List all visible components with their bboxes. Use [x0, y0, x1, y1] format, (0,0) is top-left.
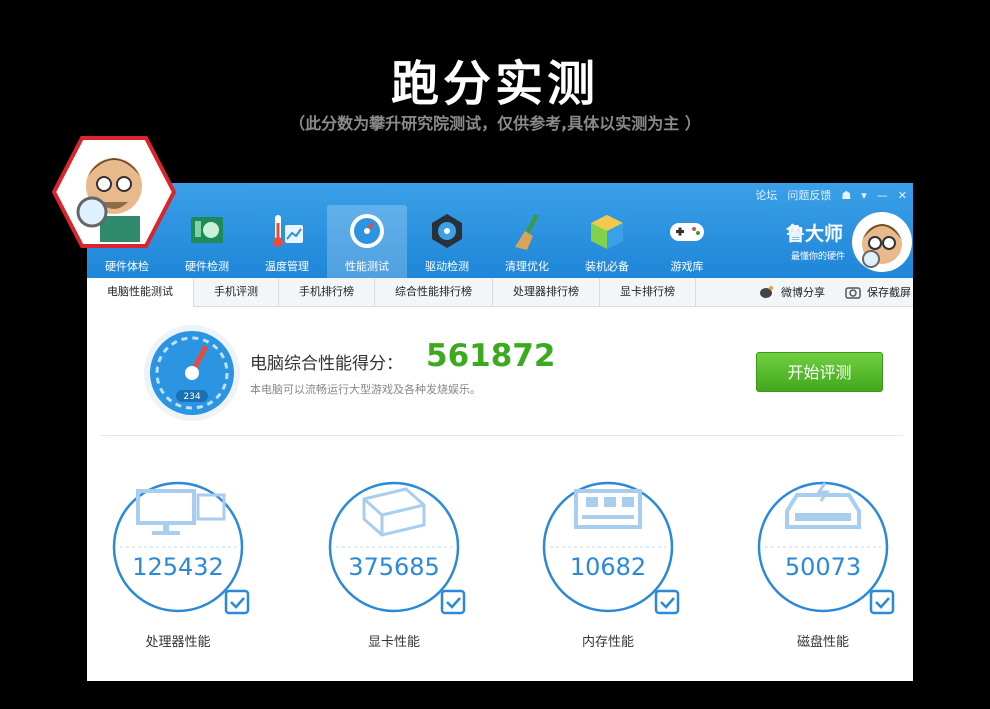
subtab-phone-ranking[interactable]: 手机排行榜 [279, 278, 375, 306]
subtab-cpu-ranking[interactable]: 处理器排行榜 [493, 278, 600, 306]
window-controls: 论坛 问题反馈 ☗ ▾ — ✕ [755, 186, 913, 204]
tab-label: 温度管理 [265, 260, 309, 273]
tab-essentials[interactable]: 装机必备 [567, 205, 647, 278]
skin-icon[interactable]: ☗ [841, 189, 851, 202]
tab-label: 清理优化 [505, 260, 549, 273]
weibo-share-label: 微博分享 [781, 286, 825, 299]
metric-label: 处理器性能 [145, 635, 211, 650]
tab-game-library[interactable]: 游戏库 [647, 205, 727, 278]
close-icon[interactable]: ✕ [898, 189, 907, 202]
overall-score: 561872 [426, 338, 556, 374]
mascot-avatar-badge [52, 136, 176, 248]
feedback-link[interactable]: 问题反馈 [787, 187, 831, 203]
metric-cpu: 125432 处理器性能 [112, 481, 252, 661]
metric-memory: 10682 内存性能 [542, 481, 682, 661]
gauge-readout: 234 [183, 392, 200, 402]
metric-value: 10682 [569, 553, 647, 581]
metric-gpu: 375685 显卡性能 [328, 481, 468, 661]
tab-hardware-detect[interactable]: 硬件检测 [167, 205, 247, 278]
tab-label: 硬件体检 [105, 260, 149, 273]
minimize-icon[interactable]: — [877, 189, 888, 202]
thermometer-icon [273, 215, 303, 247]
gear-driver-icon [432, 214, 462, 248]
start-benchmark-button[interactable]: 开始评测 [756, 352, 883, 392]
brand-area: 鲁大师 最懂你的硬件 [753, 205, 913, 278]
hard-disk-icon [757, 481, 895, 615]
tab-label: 驱动检测 [425, 260, 469, 273]
banner-title: 跑分实测 [390, 56, 599, 112]
save-screenshot-button[interactable]: 保存截屏 [845, 284, 911, 300]
tab-label: 游戏库 [670, 260, 704, 273]
sub-navigation: 电脑性能测试 手机评测 手机排行榜 综合性能排行榜 处理器排行榜 显卡排行榜 微… [87, 277, 913, 307]
metric-value: 50073 [784, 553, 862, 581]
cpu-monitor-icon [112, 481, 250, 615]
mascot-face-icon [852, 212, 912, 272]
broom-icon [515, 214, 539, 250]
ludashi-window: 论坛 问题反馈 ☗ ▾ — ✕ 硬件体检 硬件检测 温度管理 性能测试 驱动检测… [87, 183, 913, 681]
tab-label: 硬件检测 [185, 260, 229, 273]
tab-performance-test[interactable]: 性能测试 [327, 205, 407, 278]
subtab-pc-test[interactable]: 电脑性能测试 [87, 277, 194, 307]
subtab-phone-review[interactable]: 手机评测 [194, 278, 279, 306]
tab-temperature[interactable]: 温度管理 [247, 205, 327, 278]
metric-label: 显卡性能 [367, 635, 420, 650]
metric-value: 375685 [348, 553, 440, 581]
circuit-board-icon [191, 217, 223, 243]
metric-label: 磁盘性能 [796, 635, 849, 650]
score-label: 电脑综合性能得分： [250, 354, 403, 374]
brand-name: 鲁大师 [785, 223, 843, 245]
memory-chip-icon [542, 481, 680, 615]
brand-slogan: 最懂你的硬件 [790, 252, 845, 262]
metric-value: 125432 [132, 553, 224, 581]
top-toolbar: 论坛 问题反馈 ☗ ▾ — ✕ 硬件体检 硬件检测 温度管理 性能测试 驱动检测… [87, 183, 913, 278]
tab-label: 装机必备 [585, 260, 629, 273]
main-tabs: 硬件体检 硬件检测 温度管理 性能测试 驱动检测 清理优化 装机必备 游戏库 [87, 205, 727, 278]
gamepad-icon [670, 223, 704, 241]
subtab-gpu-ranking[interactable]: 显卡排行榜 [600, 278, 696, 306]
cube-box-icon [591, 215, 623, 249]
weibo-icon [760, 286, 773, 298]
camera-icon [845, 287, 861, 299]
share-actions: 微博分享 保存截屏 [759, 278, 913, 306]
tab-clean-optimize[interactable]: 清理优化 [487, 205, 567, 278]
weibo-share-button[interactable]: 微博分享 [759, 284, 825, 300]
metric-disk: 50073 磁盘性能 [757, 481, 897, 661]
banner-subtitle: （此分数为攀升研究院测试，仅供参考,具体以实测为主 ） [289, 114, 701, 133]
tab-label: 性能测试 [345, 260, 389, 273]
subtab-overall-ranking[interactable]: 综合性能排行榜 [375, 278, 493, 306]
tab-driver-detect[interactable]: 驱动检测 [407, 205, 487, 278]
divider [101, 435, 903, 436]
save-screenshot-label: 保存截屏 [867, 286, 911, 299]
menu-icon[interactable]: ▾ [861, 189, 867, 202]
metric-label: 内存性能 [581, 635, 634, 650]
score-description: 本电脑可以流畅运行大型游戏及各种发烧娱乐。 [250, 383, 481, 396]
speedometer-icon [350, 214, 384, 248]
gpu-cube-icon [328, 481, 466, 615]
forum-link[interactable]: 论坛 [755, 187, 777, 203]
performance-gauge-icon: 234 [144, 325, 240, 421]
